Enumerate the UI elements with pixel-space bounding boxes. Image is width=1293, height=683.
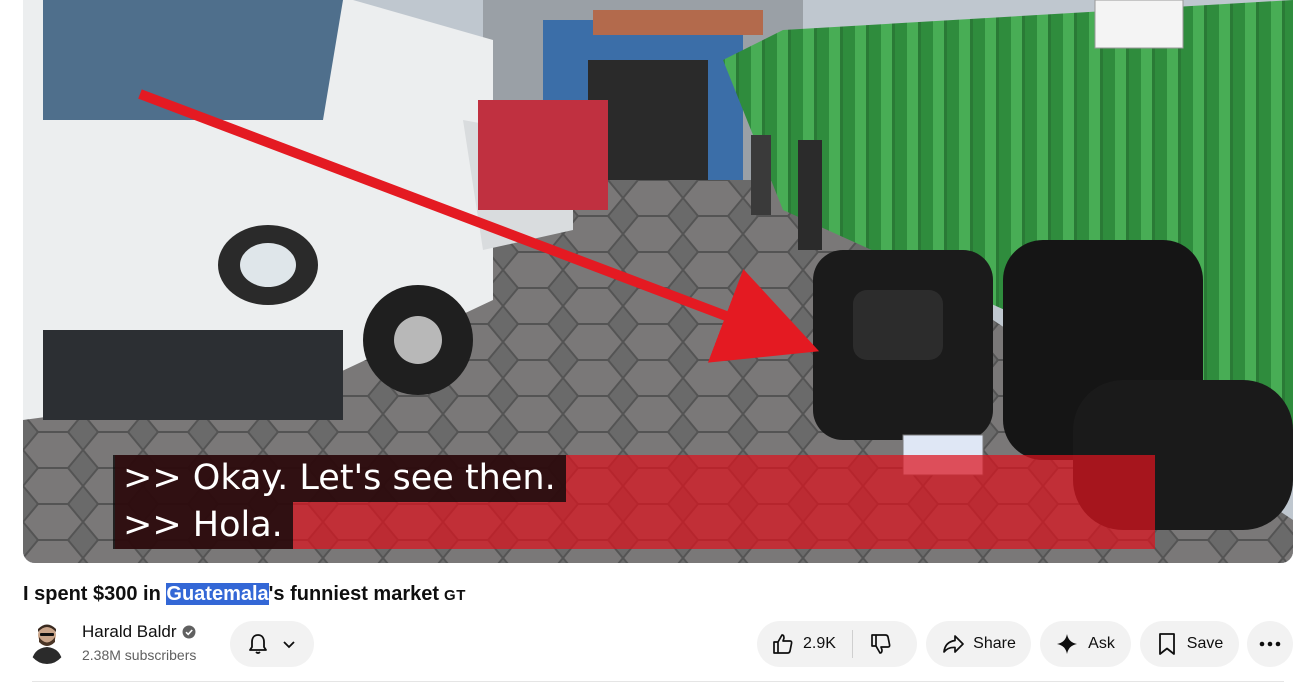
video-title: I spent $300 in Guatemala's funniest mar… bbox=[23, 580, 466, 610]
title-text-end: 's funniest market bbox=[268, 583, 440, 605]
subscriber-count: 2.38M subscribers bbox=[82, 647, 197, 663]
divider bbox=[32, 681, 1284, 682]
title-text-start: I spent $300 in bbox=[23, 583, 167, 605]
subscription-bell-button[interactable] bbox=[230, 621, 314, 667]
verified-check-icon bbox=[182, 625, 195, 639]
channel-name[interactable]: Harald Baldr bbox=[82, 622, 196, 642]
video-player[interactable]: >> Okay. Let's see then. >> Hola. bbox=[23, 0, 1293, 563]
thumbs-down-icon bbox=[871, 634, 891, 654]
channel-name-text[interactable]: Harald Baldr bbox=[82, 622, 177, 642]
more-actions-button[interactable] bbox=[1247, 621, 1293, 667]
caption-line-2: >> Hola. bbox=[113, 502, 293, 549]
ask-button[interactable]: Ask bbox=[1040, 621, 1131, 667]
share-icon bbox=[943, 635, 964, 653]
ask-label: Ask bbox=[1088, 635, 1115, 652]
bell-icon bbox=[249, 634, 267, 654]
dislike-button[interactable] bbox=[853, 632, 893, 656]
more-horizontal-icon bbox=[1259, 641, 1281, 647]
like-button[interactable]: 2.9K bbox=[771, 630, 853, 658]
thumbs-up-icon bbox=[773, 634, 793, 654]
channel-avatar[interactable] bbox=[27, 620, 67, 664]
title-selected-text: Guatemala bbox=[166, 583, 269, 605]
like-count: 2.9K bbox=[803, 635, 836, 652]
share-label: Share bbox=[973, 635, 1016, 652]
flag-badge: GT bbox=[444, 587, 466, 604]
like-dislike-group: 2.9K bbox=[757, 621, 917, 667]
share-button[interactable]: Share bbox=[926, 621, 1031, 667]
save-label: Save bbox=[1186, 635, 1224, 652]
bookmark-icon bbox=[1158, 633, 1175, 655]
sparkle-icon bbox=[1057, 634, 1078, 654]
save-button[interactable]: Save bbox=[1140, 621, 1239, 667]
caption-overlay: >> Okay. Let's see then. >> Hola. bbox=[113, 455, 566, 549]
chevron-down-icon bbox=[283, 641, 295, 649]
caption-line-1: >> Okay. Let's see then. bbox=[113, 455, 566, 502]
